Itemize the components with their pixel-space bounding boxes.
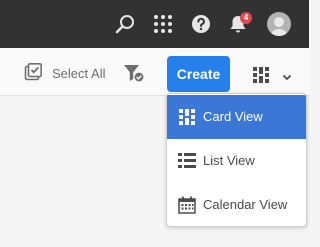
global-header: 4 [0,0,309,48]
menu-item-label: List View [203,153,255,168]
menu-item-label: Calendar View [203,197,288,212]
menu-item-list-view[interactable]: List View [167,139,306,183]
card-view-icon [178,108,196,126]
notification-badge: 4 [240,12,252,24]
menu-item-calendar-view[interactable]: Calendar View [167,183,306,226]
grid-apps-icon[interactable] [151,12,175,36]
list-view-icon [178,152,196,170]
select-all-icon [24,63,42,86]
view-switcher-button[interactable] [252,66,298,84]
help-icon[interactable] [189,12,213,36]
search-icon[interactable] [113,12,137,36]
menu-item-card-view[interactable]: Card View [167,95,306,139]
card-view-icon [252,66,270,89]
menu-item-label: Card View [203,109,263,124]
filter-icon[interactable] [123,63,145,83]
calendar-view-icon [178,196,196,214]
chevron-down-icon [282,69,292,87]
view-menu: Card View List View Calendar View [166,93,307,227]
create-button[interactable]: Create [167,56,230,92]
select-all-label: Select All [52,66,106,81]
user-avatar[interactable] [267,12,291,36]
